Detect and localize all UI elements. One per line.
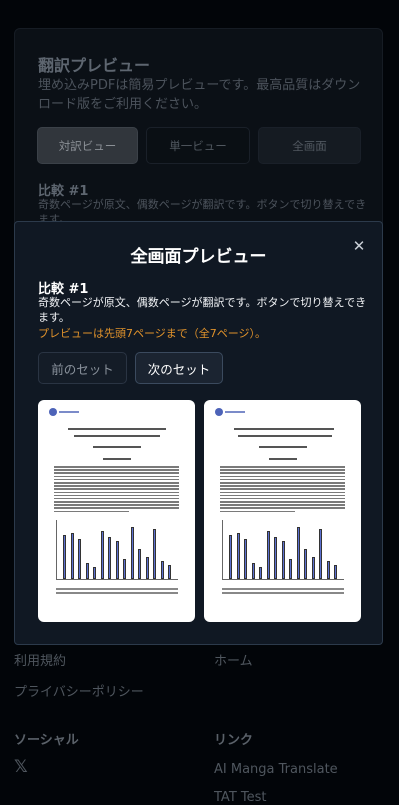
thumb-heading-line xyxy=(234,428,334,430)
footer-social-heading: ソーシャル xyxy=(14,733,79,748)
thumb-heading-line xyxy=(74,435,160,437)
single-view-button[interactable]: 単一ビュー xyxy=(146,127,250,164)
thumb-caption-line xyxy=(56,588,178,590)
modal-compare-description: 奇数ページが原文、偶数ページが翻訳です。ボタンで切り替えできます。 xyxy=(38,296,367,324)
thumb-text-block xyxy=(54,466,179,514)
footer-link-tat[interactable]: TAT Test xyxy=(214,790,267,805)
thumb-heading-line xyxy=(93,446,141,448)
preview-limit-note: プレビューは先頭7ページまで（全7ページ）。 xyxy=(38,327,267,340)
x-icon[interactable]: 𝕏 xyxy=(14,757,28,777)
thumb-heading-line xyxy=(269,458,297,460)
thumb-heading-line xyxy=(259,446,307,448)
original-page-thumbnail[interactable] xyxy=(38,400,195,622)
side-by-side-view-button[interactable]: 対訳ビュー xyxy=(37,127,138,164)
thumb-caption-line xyxy=(222,592,344,594)
thumb-caption-line xyxy=(56,592,178,594)
footer-link-manga[interactable]: AI Manga Translate xyxy=(214,762,338,777)
thumb-logo xyxy=(215,408,245,416)
footer-link-terms[interactable]: 利用規約 xyxy=(14,650,66,669)
thumb-chart xyxy=(56,520,178,580)
thumb-heading-line xyxy=(68,428,166,430)
page-title: 翻訳プレビュー xyxy=(38,56,151,75)
thumb-logo xyxy=(49,408,79,416)
thumb-chart xyxy=(222,520,344,580)
close-icon[interactable]: ✕ xyxy=(350,237,368,255)
translated-page-thumbnail[interactable] xyxy=(204,400,361,622)
footer-link-home[interactable]: ホーム xyxy=(214,650,253,669)
fullscreen-button[interactable]: 全画面 xyxy=(258,127,361,164)
thumb-caption-line xyxy=(222,588,344,590)
footer-link-privacy[interactable]: プライバシーポリシー xyxy=(14,681,144,700)
fullscreen-preview-modal: 全画面プレビュー ✕ 比較 #1 奇数ページが原文、偶数ページが翻訳です。ボタン… xyxy=(14,221,383,645)
modal-title: 全画面プレビュー xyxy=(130,247,267,267)
page-description: 埋め込みPDFは簡易プレビューです。最高品質はダウンロード版をご利用ください。 xyxy=(38,78,361,112)
footer-links-heading: リンク xyxy=(214,733,254,748)
thumb-heading-line xyxy=(238,435,332,437)
prev-set-button[interactable]: 前のセット xyxy=(38,352,127,384)
thumb-text-block xyxy=(220,466,345,514)
next-set-button[interactable]: 次のセット xyxy=(135,352,223,384)
thumb-heading-line xyxy=(103,458,131,460)
